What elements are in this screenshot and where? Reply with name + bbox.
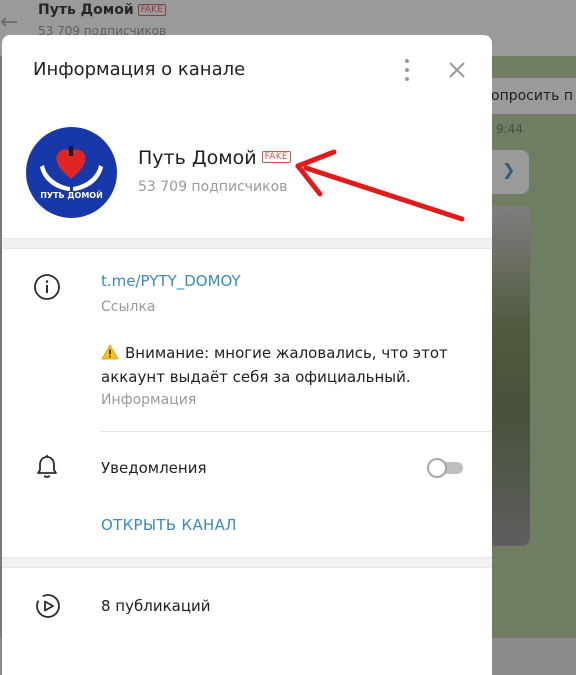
section-separator [2, 557, 492, 568]
background-ask-button[interactable]: опросить п [491, 78, 576, 114]
fake-badge: FAKE [261, 151, 291, 163]
notifications-label: Уведомления [101, 459, 207, 477]
background-title-text: Путь Домой [38, 2, 134, 18]
channel-avatar[interactable]: ПУТЬ ДОМОЙ [26, 127, 117, 218]
notifications-toggle[interactable] [427, 457, 465, 478]
warning-label: Информация [101, 392, 197, 408]
play-circle-icon [35, 593, 61, 619]
warning-icon [101, 343, 119, 360]
subscriber-count: 53 709 подписчиков [138, 179, 288, 195]
background-forward-icon[interactable]: ❯ [502, 160, 515, 179]
close-icon[interactable] [444, 57, 470, 83]
background-fake-badge: FAKE [137, 4, 166, 16]
section-separator [2, 238, 492, 249]
warning-message: Внимание: многие жаловались, что этот ак… [101, 344, 448, 386]
channel-name: Путь Домой FAKE [138, 147, 291, 169]
background-chat-title: Путь Домой FAKE [38, 2, 166, 18]
dialog-title: Информация о канале [33, 59, 246, 80]
posts-count[interactable]: 8 публикаций [101, 597, 211, 615]
channel-name-text: Путь Домой [138, 147, 257, 169]
toggle-knob [427, 458, 447, 478]
avatar-logo [40, 146, 103, 191]
avatar-caption: ПУТЬ ДОМОЙ [40, 191, 103, 200]
info-icon [33, 273, 61, 301]
more-vertical-icon[interactable] [395, 55, 419, 85]
channel-link[interactable]: t.me/PYTY_DOMOY [101, 272, 241, 290]
open-channel-button[interactable]: ОТКРЫТЬ КАНАЛ [101, 516, 237, 534]
channel-info-dialog: Информация о канале ПУТЬ ДОМОЙ Путь Домо… [2, 35, 492, 675]
divider [99, 431, 492, 432]
background-message-time: 9:44 [496, 122, 523, 136]
back-arrow-icon[interactable]: ← [0, 10, 18, 35]
link-label: Ссылка [101, 299, 156, 315]
bell-icon [35, 454, 59, 480]
background-photo-message [491, 206, 530, 546]
warning-text: Внимание: многие жаловались, что этот ак… [101, 341, 471, 389]
